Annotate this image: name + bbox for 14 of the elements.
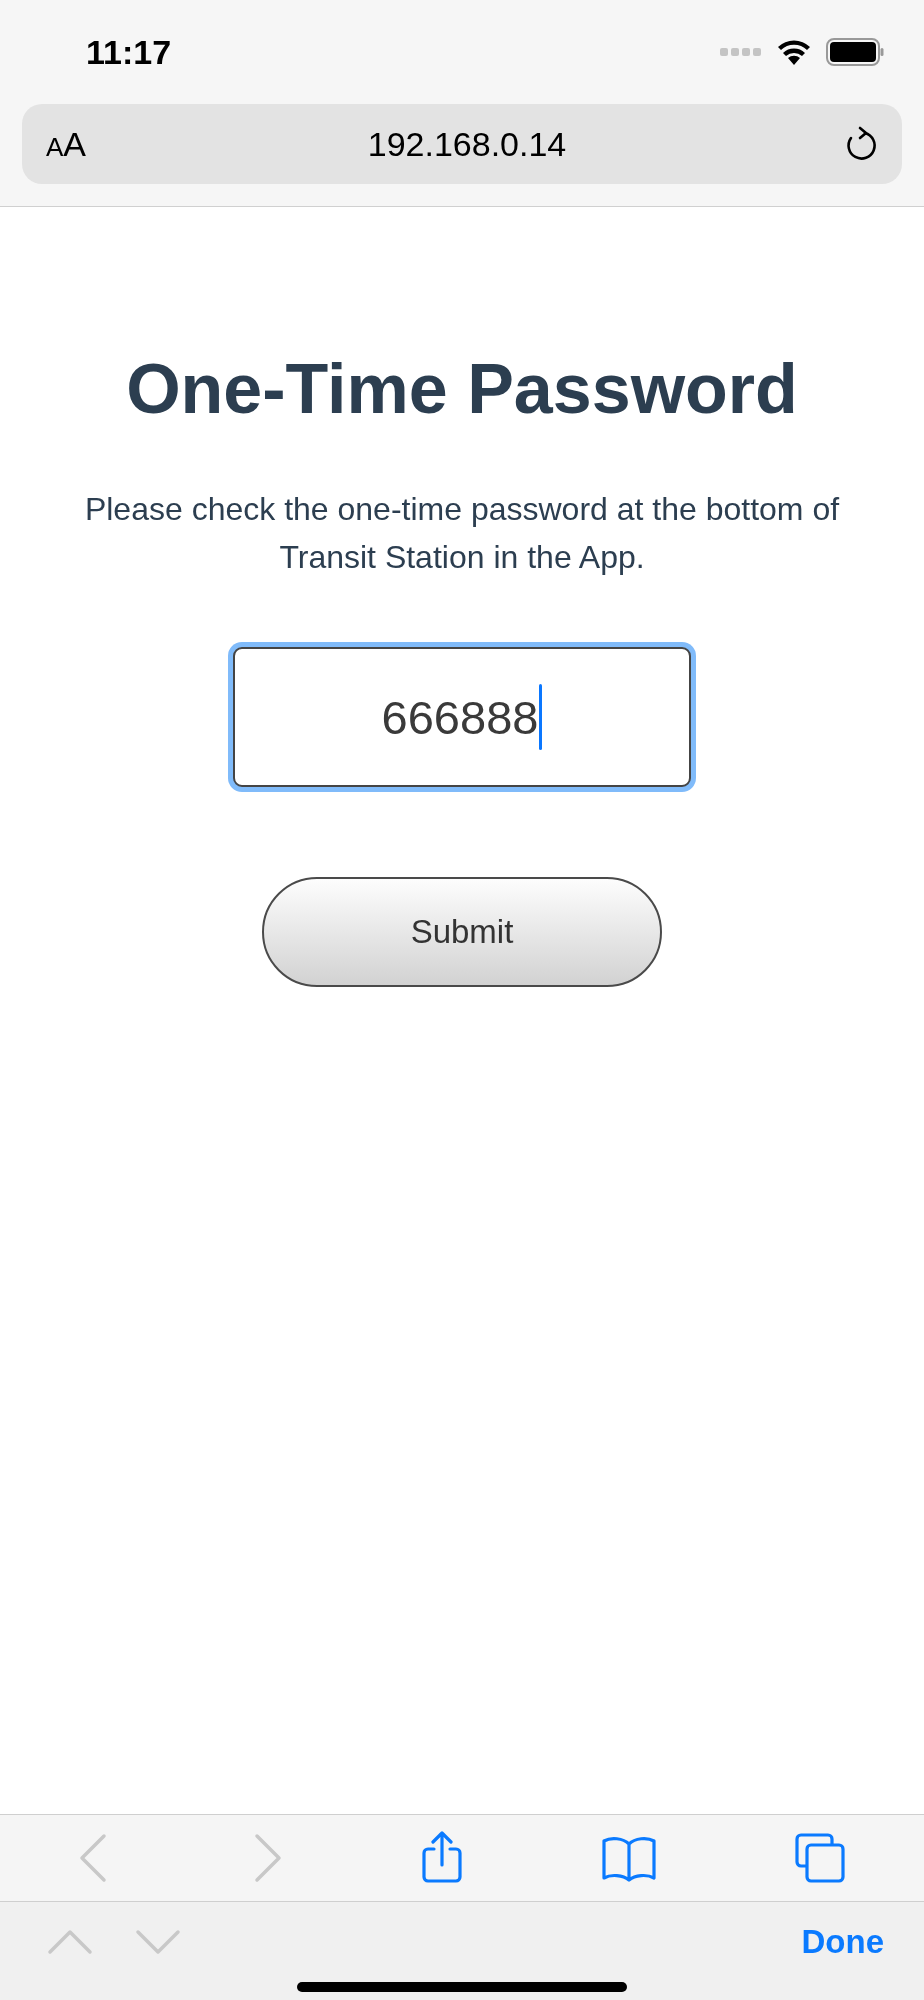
wifi-icon	[776, 38, 812, 66]
cellular-signal-icon	[720, 48, 762, 56]
battery-icon	[826, 38, 884, 66]
text-format-button[interactable]: AA	[42, 124, 91, 164]
bookmarks-icon[interactable]	[600, 1834, 657, 1882]
tabs-icon[interactable]	[793, 1832, 846, 1884]
submit-button[interactable]: Submit	[262, 877, 662, 987]
status-time: 11:17	[86, 32, 172, 72]
page-title: One-Time Password	[126, 349, 798, 429]
done-button[interactable]: Done	[801, 1923, 884, 1961]
url-text[interactable]: 192.168.0.14	[90, 124, 844, 164]
share-icon[interactable]	[420, 1831, 464, 1885]
reload-icon[interactable]	[844, 126, 878, 162]
instructions-text: Please check the one-time password at the bottom of Transit Station in the App.	[83, 490, 841, 577]
